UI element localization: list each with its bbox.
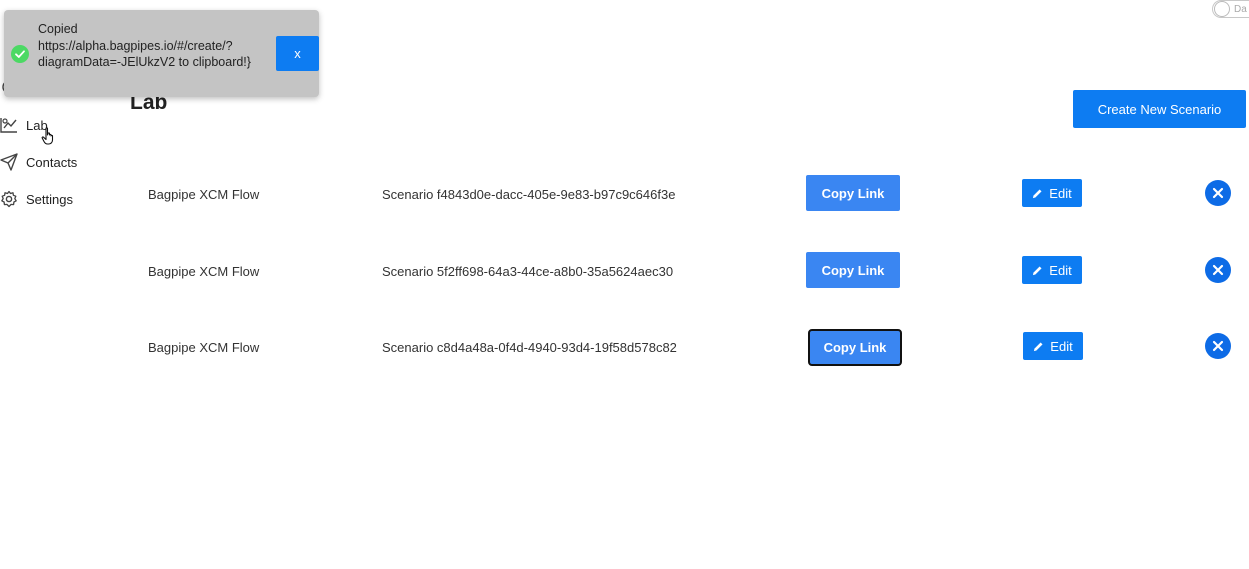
send-icon (0, 153, 18, 171)
flow-name: Bagpipe XCM Flow (148, 264, 260, 279)
scenario-name: Scenario 5f2ff698-64a3-44ce-a8b0-35a5624… (382, 264, 674, 279)
sidebar-item-label: Contacts (26, 154, 78, 170)
toast-notification: Copied https://alpha.bagpipes.io/#/creat… (4, 10, 319, 97)
scenario-name: Scenario f4843d0e-dacc-405e-9e83-b97c9c6… (382, 187, 676, 202)
toast-close-button[interactable]: x (276, 36, 319, 71)
edit-button[interactable]: Edit (1022, 179, 1082, 207)
edit-button[interactable]: Edit (1023, 332, 1083, 360)
table-row: Bagpipe XCM Flow Scenario f4843d0e-dacc-… (0, 175, 1249, 215)
pencil-icon (1033, 188, 1042, 198)
create-scenario-button[interactable]: Create New Scenario (1073, 90, 1246, 128)
edit-label: Edit (1050, 338, 1073, 354)
toast-message: Copied https://alpha.bagpipes.io/#/creat… (38, 22, 251, 69)
delete-button[interactable] (1205, 180, 1231, 206)
close-icon (1212, 340, 1224, 352)
copy-link-button[interactable]: Copy Link (806, 252, 900, 288)
edit-label: Edit (1049, 262, 1072, 278)
toggle-knob (1214, 1, 1230, 17)
delete-button[interactable] (1205, 257, 1231, 283)
copy-link-button[interactable]: Copy Link (808, 329, 902, 366)
copy-link-button[interactable]: Copy Link (806, 175, 900, 211)
table-row: Bagpipe XCM Flow Scenario c8d4a48a-0f4d-… (0, 328, 1249, 368)
pencil-icon (1033, 265, 1042, 275)
sidebar-item-contacts[interactable]: Contacts (0, 151, 77, 173)
hand-cursor-icon (41, 127, 54, 145)
app-page: Da Lab Contacts Settings Lab Create New … (0, 0, 1249, 569)
flow-name: Bagpipe XCM Flow (148, 340, 260, 355)
pencil-icon (1034, 341, 1043, 351)
dark-mode-toggle[interactable]: Da (1212, 0, 1249, 18)
close-icon (1212, 264, 1224, 276)
close-icon (1212, 187, 1224, 199)
flow-name: Bagpipe XCM Flow (148, 187, 260, 202)
edit-button[interactable]: Edit (1022, 256, 1082, 284)
scenario-name: Scenario c8d4a48a-0f4d-4940-93d4-19f58d5… (382, 340, 677, 355)
lab-icon (0, 116, 18, 134)
success-check-icon (11, 45, 29, 63)
delete-button[interactable] (1205, 333, 1231, 359)
table-row: Bagpipe XCM Flow Scenario 5f2ff698-64a3-… (0, 252, 1249, 292)
toggle-label: Da (1234, 3, 1247, 15)
edit-label: Edit (1049, 185, 1072, 201)
